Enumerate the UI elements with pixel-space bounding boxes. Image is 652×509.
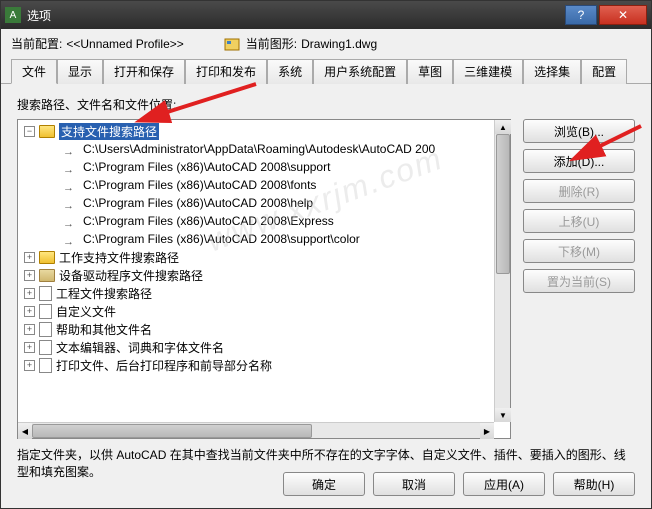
close-window-button[interactable]: ✕ <box>599 5 647 25</box>
cancel-button[interactable]: 取消 <box>373 472 455 496</box>
scroll-up-arrow-icon[interactable]: ▲ <box>495 120 511 134</box>
app-icon: A <box>5 7 21 23</box>
expand-icon[interactable]: + <box>24 342 35 353</box>
tab-strip: 文件 显示 打开和保存 打印和发布 系统 用户系统配置 草图 三维建模 选择集 … <box>1 58 651 84</box>
current-drawing-label: 当前图形: <box>246 35 297 52</box>
expand-icon[interactable]: + <box>24 288 35 299</box>
tree-node-working-support[interactable]: +工作支持文件搜索路径 <box>20 248 508 266</box>
tab-display[interactable]: 显示 <box>57 59 103 84</box>
browse-button[interactable]: 浏览(B)... <box>523 119 635 143</box>
expand-icon[interactable]: + <box>24 270 35 281</box>
document-icon <box>39 340 52 355</box>
path-arrow-icon <box>63 198 77 208</box>
help-button[interactable]: 帮助(H) <box>553 472 635 496</box>
set-current-button[interactable]: 置为当前(S) <box>523 269 635 293</box>
folder-icon <box>39 269 55 282</box>
tree-path-item[interactable]: C:\Program Files (x86)\AutoCAD 2008\help <box>20 194 508 212</box>
tree-path-item[interactable]: C:\Program Files (x86)\AutoCAD 2008\font… <box>20 176 508 194</box>
tab-print-publish[interactable]: 打印和发布 <box>185 59 267 84</box>
horizontal-scrollbar[interactable]: ◀ ▶ <box>18 422 494 438</box>
document-icon <box>39 286 52 301</box>
tab-open-save[interactable]: 打开和保存 <box>103 59 185 84</box>
document-icon <box>39 358 52 373</box>
add-button[interactable]: 添加(D)... <box>523 149 635 173</box>
tree-path-item[interactable]: C:\Program Files (x86)\AutoCAD 2008\Expr… <box>20 212 508 230</box>
expand-icon[interactable]: + <box>24 360 35 371</box>
tab-profiles[interactable]: 配置 <box>581 59 627 84</box>
scrollbar-thumb[interactable] <box>496 134 510 274</box>
expand-icon[interactable]: + <box>24 324 35 335</box>
move-up-button[interactable]: 上移(U) <box>523 209 635 233</box>
move-down-button[interactable]: 下移(M) <box>523 239 635 263</box>
tree-node-custom-files[interactable]: +自定义文件 <box>20 302 508 320</box>
scroll-left-arrow-icon[interactable]: ◀ <box>18 423 32 439</box>
tab-selection[interactable]: 选择集 <box>523 59 581 84</box>
titlebar: A 选项 ? ✕ <box>1 1 651 29</box>
folder-icon <box>39 251 55 264</box>
tree-node-print-files[interactable]: +打印文件、后台打印程序和前导部分名称 <box>20 356 508 374</box>
scroll-down-arrow-icon[interactable]: ▼ <box>495 408 511 422</box>
apply-button[interactable]: 应用(A) <box>463 472 545 496</box>
section-label: 搜索路径、文件名和文件位置: <box>17 96 635 113</box>
folder-icon <box>39 125 55 138</box>
path-arrow-icon <box>63 180 77 190</box>
path-arrow-icon <box>63 162 77 172</box>
tree-root-support-paths[interactable]: − 支持文件搜索路径 <box>20 122 508 140</box>
header-bar: 当前配置: <<Unnamed Profile>> 当前图形: Drawing1… <box>1 29 651 58</box>
tab-3d-modeling[interactable]: 三维建模 <box>453 59 523 84</box>
ok-button[interactable]: 确定 <box>283 472 365 496</box>
window-title: 选项 <box>27 7 565 24</box>
tree-node-help-files[interactable]: +帮助和其他文件名 <box>20 320 508 338</box>
current-config-label: 当前配置: <box>11 35 62 52</box>
path-arrow-icon <box>63 234 77 244</box>
tree-node-text-editor[interactable]: +文本编辑器、词典和字体文件名 <box>20 338 508 356</box>
document-icon <box>39 304 52 319</box>
document-icon <box>39 322 52 337</box>
help-window-button[interactable]: ? <box>565 5 597 25</box>
collapse-icon[interactable]: − <box>24 126 35 137</box>
tab-drafting[interactable]: 草图 <box>407 59 453 84</box>
tree-path-item[interactable]: C:\Users\Administrator\AppData\Roaming\A… <box>20 140 508 158</box>
tab-user-prefs[interactable]: 用户系统配置 <box>313 59 407 84</box>
scrollbar-thumb[interactable] <box>32 424 312 438</box>
expand-icon[interactable]: + <box>24 252 35 263</box>
tree-root-label[interactable]: 支持文件搜索路径 <box>59 123 159 140</box>
current-drawing-value: Drawing1.dwg <box>301 37 377 51</box>
tab-system[interactable]: 系统 <box>267 59 313 84</box>
tree-view[interactable]: − 支持文件搜索路径 C:\Users\Administrator\AppDat… <box>17 119 511 439</box>
tree-path-item[interactable]: C:\Program Files (x86)\AutoCAD 2008\supp… <box>20 230 508 248</box>
drawing-icon <box>224 36 240 52</box>
expand-icon[interactable]: + <box>24 306 35 317</box>
remove-button[interactable]: 删除(R) <box>523 179 635 203</box>
scroll-right-arrow-icon[interactable]: ▶ <box>480 423 494 439</box>
path-arrow-icon <box>63 144 77 154</box>
tab-files[interactable]: 文件 <box>11 59 57 84</box>
tree-node-device-driver[interactable]: +设备驱动程序文件搜索路径 <box>20 266 508 284</box>
tree-node-project-files[interactable]: +工程文件搜索路径 <box>20 284 508 302</box>
vertical-scrollbar[interactable]: ▲ ▼ <box>494 120 510 422</box>
current-config-value: <<Unnamed Profile>> <box>66 37 183 51</box>
tree-path-item[interactable]: C:\Program Files (x86)\AutoCAD 2008\supp… <box>20 158 508 176</box>
path-arrow-icon <box>63 216 77 226</box>
